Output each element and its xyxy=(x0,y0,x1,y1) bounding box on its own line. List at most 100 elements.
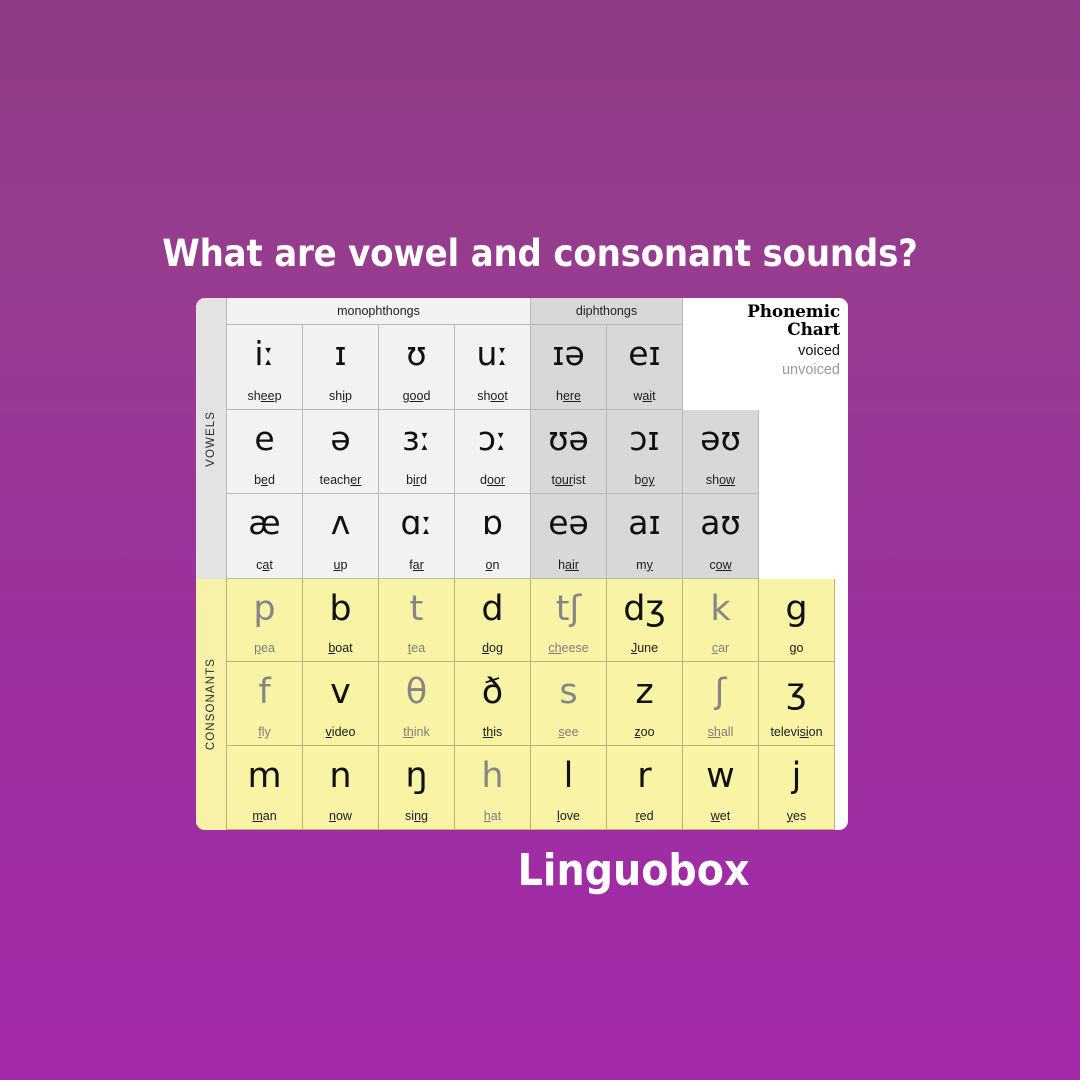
header-monophthongs: monophthongs xyxy=(227,298,531,325)
example-word: my xyxy=(636,557,653,572)
example-word: up xyxy=(333,557,348,572)
legend-title-line2: Chart xyxy=(787,319,840,340)
phoneme-cell: n now xyxy=(303,745,379,830)
phoneme-cell: ð this xyxy=(455,662,531,746)
phoneme-symbol: d xyxy=(481,588,504,629)
phoneme-cell: ɔː door xyxy=(455,409,531,495)
phoneme-symbol: v xyxy=(330,672,351,713)
example-word: television xyxy=(770,724,823,739)
phoneme-symbol: s xyxy=(559,672,578,713)
phoneme-cell: r red xyxy=(607,745,683,830)
phoneme-symbol: aʊ xyxy=(700,503,741,543)
phoneme-symbol: z xyxy=(635,672,654,713)
phoneme-symbol: ʒ xyxy=(786,672,807,713)
example-word: shall xyxy=(707,724,734,739)
example-word: boat xyxy=(328,641,353,656)
table-row: m man n now ŋ sing h hat l love r red w wet j yes xyxy=(227,745,848,830)
side-label-consonants-text: CONSONANTS xyxy=(205,658,217,751)
example-word: on xyxy=(485,557,500,572)
example-word: shoot xyxy=(477,388,508,403)
phoneme-symbol: aɪ xyxy=(628,503,661,543)
example-word: tea xyxy=(407,641,426,656)
phoneme-symbol: ʊ xyxy=(406,334,427,373)
phoneme-cell: θ think xyxy=(379,662,455,746)
phoneme-cell-empty xyxy=(759,409,835,495)
side-label-consonants: CONSONANTS xyxy=(196,579,227,830)
phoneme-cell: b boat xyxy=(303,578,379,663)
example-word: tourist xyxy=(551,473,586,488)
phoneme-symbol: w xyxy=(706,755,735,796)
phoneme-symbol: əʊ xyxy=(700,418,741,458)
example-word: sing xyxy=(405,808,428,823)
example-word: wait xyxy=(633,388,656,403)
phoneme-cell: e bed xyxy=(227,409,303,495)
phoneme-symbol: ŋ xyxy=(405,755,428,796)
phoneme-symbol: ɔː xyxy=(477,418,508,458)
phoneme-symbol: ɪ xyxy=(334,334,347,373)
example-word: pea xyxy=(254,641,275,656)
phoneme-cell: aʊ cow xyxy=(683,494,759,579)
phoneme-cell: ʃ shall xyxy=(683,662,759,746)
phoneme-cell: s see xyxy=(531,662,607,746)
example-word: love xyxy=(557,808,580,823)
phoneme-cell: eɪ wait xyxy=(607,325,683,410)
phoneme-cell: v video xyxy=(303,662,379,746)
phoneme-symbol: ɒ xyxy=(482,503,503,543)
example-word: dog xyxy=(482,641,503,656)
example-word: show xyxy=(705,473,736,488)
phoneme-symbol: e xyxy=(254,418,275,458)
header-diphthongs: diphthongs xyxy=(531,298,683,325)
example-word: zoo xyxy=(634,724,655,739)
example-word: go xyxy=(789,641,804,656)
table-row: e bed ə teacher ɜː bird ɔː door ʊə tourist ɔɪ boy əʊ… xyxy=(227,409,848,495)
phoneme-cell: ə teacher xyxy=(303,409,379,495)
phoneme-symbol: t xyxy=(409,588,424,629)
example-word: good xyxy=(402,388,431,403)
example-word: door xyxy=(479,473,506,488)
phoneme-symbol: θ xyxy=(405,672,428,713)
side-label-vowels: VOWELS xyxy=(196,298,227,579)
example-word: now xyxy=(329,808,352,823)
phoneme-cell: j yes xyxy=(759,745,835,830)
phoneme-symbol: r xyxy=(637,755,652,796)
example-word: this xyxy=(482,724,503,739)
chart-rows: iː sheep ɪ ship ʊ good uː shoot ɪə here eɪ wait e bed… xyxy=(227,325,848,830)
phoneme-cell: ɜː bird xyxy=(379,409,455,495)
phoneme-symbol: p xyxy=(253,588,276,629)
example-word: boy xyxy=(634,473,655,488)
phoneme-cell: d dog xyxy=(455,578,531,663)
page-title: What are vowel and consonant sounds? xyxy=(162,232,918,275)
brand-wordmark: Linguobox xyxy=(517,845,750,896)
example-word: car xyxy=(711,641,730,656)
legend: Phonemic Chart voiced unvoiced xyxy=(684,303,844,379)
phoneme-symbol: ʃ xyxy=(714,672,727,713)
phoneme-symbol: l xyxy=(563,755,574,796)
phoneme-cell: ɪə here xyxy=(531,325,607,410)
phoneme-cell: h hat xyxy=(455,745,531,830)
poster-canvas: What are vowel and consonant sounds? VOW… xyxy=(0,0,1080,1080)
phoneme-symbol: ð xyxy=(481,672,504,713)
phoneme-symbol: ʌ xyxy=(330,503,351,543)
phoneme-symbol: n xyxy=(329,755,352,796)
phoneme-symbol: h xyxy=(481,755,504,796)
phoneme-cell: k car xyxy=(683,578,759,663)
phoneme-symbol: æ xyxy=(248,503,281,543)
phoneme-cell: ʌ up xyxy=(303,494,379,579)
phoneme-symbol: f xyxy=(258,672,271,713)
example-word: hat xyxy=(483,808,502,823)
phoneme-cell: g go xyxy=(759,578,835,663)
phoneme-cell: p pea xyxy=(227,578,303,663)
phoneme-cell: f fly xyxy=(227,662,303,746)
phoneme-symbol: ɪə xyxy=(552,334,585,373)
phoneme-symbol: m xyxy=(247,755,282,796)
phoneme-symbol: b xyxy=(329,588,352,629)
phoneme-cell: ɪ ship xyxy=(303,325,379,410)
example-word: here xyxy=(555,388,582,403)
phoneme-cell: t tea xyxy=(379,578,455,663)
phoneme-cell: ɔɪ boy xyxy=(607,409,683,495)
example-word: video xyxy=(325,724,356,739)
phoneme-symbol: tʃ xyxy=(555,588,582,629)
phoneme-cell: iː sheep xyxy=(227,325,303,410)
example-word: cheese xyxy=(548,641,589,656)
phoneme-cell: ŋ sing xyxy=(379,745,455,830)
